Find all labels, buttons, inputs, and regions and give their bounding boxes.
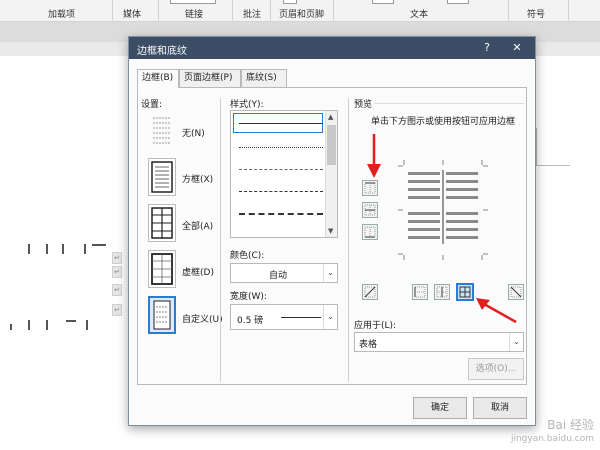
style-solid-line[interactable] [239,123,323,124]
bottom-border-button[interactable] [362,224,378,240]
setting-all-label[interactable]: 全部(A) [182,219,213,232]
preview-diagram[interactable] [398,160,488,260]
paragraph-mark: ↵ [112,284,122,296]
ok-button[interactable]: 确定 [413,397,467,419]
color-label: 颜色(C): [230,251,265,261]
left-border-button[interactable] [412,284,428,300]
style-dotted-line[interactable] [239,147,323,148]
close-button[interactable]: ✕ [509,40,525,56]
apply-to-value: 表格 [359,340,378,350]
setting-custom-icon[interactable] [148,296,176,334]
ribbon-group-comments: 批注 [243,10,262,20]
ribbon-divider [568,0,569,20]
style-dash-dot-line[interactable] [239,213,323,215]
top-border-button[interactable] [362,180,378,196]
setting-none-label[interactable]: 无(N) [182,126,205,139]
tab-shading[interactable]: 底纹(S) [241,69,287,87]
preview-rule [374,103,524,104]
setting-all-icon[interactable] [148,204,176,242]
ribbon-divider [158,0,159,20]
scroll-thumb[interactable] [327,125,336,165]
setting-grid-icon[interactable] [148,250,176,288]
style-list[interactable]: ▲ ▼ [230,110,338,238]
apply-to-select[interactable]: 表格 ⌄ [354,332,524,352]
width-select[interactable]: 0.5 磅 ⌄ [230,304,338,330]
setting-none-icon[interactable] [148,112,176,150]
help-button[interactable]: ? [479,40,495,56]
setting-grid-label[interactable]: 虚框(D) [182,265,214,278]
watermark-url: jingyan.baidu.com [510,434,594,444]
style-scrollbar[interactable]: ▲ ▼ [325,111,337,237]
color-value: 自动 [269,271,288,281]
width-sample-line [281,317,321,318]
color-select[interactable]: 自动 ⌄ [230,263,338,283]
width-label: 宽度(W): [230,292,267,302]
borders-and-shading-dialog: 边框和底纹 ? ✕ 边框(B) 页面边框(P) 底纹(S) 设置: 无(N) 方… [128,36,536,426]
paragraph-mark: ↵ [112,252,122,264]
ribbon-group-links: 链接 [185,10,204,20]
tab-borders[interactable]: 边框(B) [137,69,179,88]
borders-tab-panel: 设置: 无(N) 方框(X) 全部(A) 虚框(D) 自定义(U) 样式(Y):… [137,87,527,385]
chevron-down-icon[interactable]: ⌄ [323,305,337,329]
ribbon-control-stub[interactable] [372,0,394,4]
paragraph-mark: ↵ [112,304,122,316]
settings-label: 设置: [141,100,163,110]
annotation-arrow-icon [476,298,517,324]
ribbon-divider [232,0,233,20]
annotation-arrow-icon [367,134,381,178]
style-fine-dash-line[interactable] [239,169,323,170]
dialog-title: 边框和底纹 [137,46,187,57]
diagonal-down-border-button[interactable] [362,284,378,300]
ribbon-group-addins: 加载项 [48,10,76,20]
scroll-down-icon[interactable]: ▼ [328,227,333,235]
ribbon-group-text: 文本 [410,10,429,20]
setting-custom-label[interactable]: 自定义(U) [182,312,223,325]
ribbon-control-stub[interactable] [447,0,469,4]
scroll-up-icon[interactable]: ▲ [328,113,333,121]
inside-vertical-border-button[interactable] [434,284,450,300]
page-corner-mark [536,128,570,166]
paragraph-mark: ↵ [112,266,122,278]
options-button[interactable]: 选项(O)... [468,358,524,380]
preview-hint: 单击下方图示或使用按钮可应用边框 [370,117,515,127]
chevron-down-icon[interactable]: ⌄ [509,333,523,351]
watermark-line: Bai 经验 [547,418,594,432]
ribbon-divider [333,0,334,20]
chevron-down-icon[interactable]: ⌄ [323,264,337,282]
dialog-titlebar[interactable]: 边框和底纹 ? ✕ [129,37,535,59]
ribbon: 加载项 媒体 链接 批注 页眉和页脚 文本 符号 [0,0,600,22]
ribbon-divider [112,0,113,20]
width-value: 0.5 磅 [237,316,264,326]
right-border-button[interactable] [456,283,474,301]
ribbon-divider [508,0,509,20]
ribbon-control-stub[interactable] [170,0,216,4]
ribbon-control-stub[interactable] [283,0,297,4]
preview-label: 预览 [354,100,373,110]
column-divider [348,98,349,382]
ribbon-group-media: 媒体 [123,10,142,20]
setting-box-label[interactable]: 方框(X) [182,172,213,185]
tab-page-borders[interactable]: 页面边框(P) [179,69,241,87]
style-dashed-line[interactable] [239,191,323,192]
ribbon-group-header-footer: 页眉和页脚 [279,10,325,20]
table-fragment [0,240,120,340]
apply-to-label: 应用于(L): [354,321,397,331]
setting-box-icon[interactable] [148,158,176,196]
column-divider [220,98,221,382]
inside-horizontal-border-button[interactable] [362,202,378,218]
style-label: 样式(Y): [230,100,264,110]
ribbon-group-symbols: 符号 [527,10,546,20]
cancel-button[interactable]: 取消 [473,397,527,419]
watermark: Bai 经验 jingyan.baidu.com [511,418,594,446]
ribbon-divider [270,0,271,20]
